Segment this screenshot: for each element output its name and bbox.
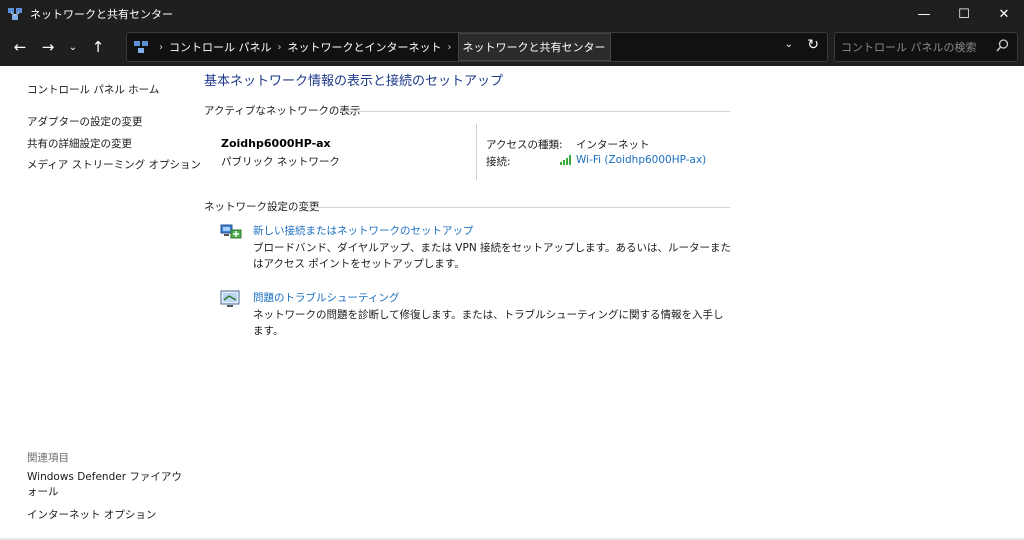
new-connection-description: ブロードバンド、ダイヤルアップ、または VPN 接続をセットアップします。あるい… [253,242,731,270]
minimize-button[interactable]: — [904,0,944,28]
up-button[interactable]: ↑ [84,33,112,61]
change-settings-heading: ネットワーク設定の変更 [204,201,320,213]
section-divider [340,111,730,112]
wifi-connection-label[interactable]: Wi-Fi (Zoidhp6000HP-ax) [576,154,706,166]
search-icon[interactable] [996,39,1009,52]
close-button[interactable]: ✕ [984,0,1024,28]
breadcrumb-separator[interactable]: › [448,42,452,53]
network-center-icon [8,8,22,20]
title-bar: ネットワークと共有センター — ☐ ✕ [0,0,1024,28]
network-name: Zoidhp6000HP-ax [221,137,331,150]
network-type: パブリック ネットワーク [221,156,340,168]
sidebar-item-media-streaming[interactable]: メディア ストリーミング オプション [27,157,201,172]
vertical-divider [476,124,477,180]
maximize-button[interactable]: ☐ [944,0,984,28]
breadcrumb-separator[interactable]: › [159,42,163,53]
left-pane: コントロール パネル ホーム アダプターの設定の変更 共有の詳細設定の変更 メデ… [0,66,201,540]
new-connection-link[interactable]: 新しい接続またはネットワークのセットアップ [253,223,474,238]
search-box[interactable] [834,32,1018,62]
troubleshoot-icon [220,290,240,307]
wifi-connection-link[interactable]: Wi-Fi (Zoidhp6000HP-ax) [560,154,706,166]
page-title: 基本ネットワーク情報の表示と接続のセットアップ [204,74,504,89]
address-bar[interactable]: › コントロール パネル › ネットワークとインターネット › ネットワークと共… [126,32,828,62]
section-divider [308,207,730,208]
access-type-label: アクセスの種類: [486,139,563,151]
troubleshoot-link[interactable]: 問題のトラブルシューティング [253,290,399,305]
control-panel-icon [134,41,148,53]
breadcrumb-separator[interactable]: › [278,42,282,53]
access-type-value: インターネット [576,139,650,151]
connection-label: 接続: [486,156,511,168]
breadcrumb-control-panel[interactable]: コントロール パネル [169,39,272,55]
troubleshoot-description: ネットワークの問題を診断して修復します。または、トラブルシューティングに関する情… [253,309,724,337]
address-dropdown-icon[interactable]: ⌄ [785,39,793,50]
breadcrumb-network-sharing-center[interactable]: ネットワークと共有センター [457,33,611,61]
breadcrumb-network-internet[interactable]: ネットワークとインターネット [288,39,442,55]
search-input[interactable] [835,33,985,61]
wifi-signal-icon [560,155,571,165]
active-network-heading: アクティブなネットワークの表示 [204,105,361,117]
new-connection-icon [220,224,242,239]
window-controls: — ☐ ✕ [904,0,1024,28]
window-title: ネットワークと共有センター [30,8,173,21]
sidebar-item-firewall[interactable]: Windows Defender ファイアウォール [27,470,187,500]
recent-locations-button[interactable]: ⌄ [62,33,84,61]
refresh-icon[interactable]: ↻ [807,37,819,53]
related-heading: 関連項目 [27,452,69,464]
sidebar-item-control-panel-home[interactable]: コントロール パネル ホーム [27,82,159,97]
sidebar-item-advanced-sharing[interactable]: 共有の詳細設定の変更 [27,136,132,151]
forward-button[interactable]: → [34,33,62,61]
back-button[interactable]: ← [6,33,34,61]
navigation-bar: ← → ⌄ ↑ › コントロール パネル › ネットワークとインターネット › … [0,28,1024,66]
main-content: 基本ネットワーク情報の表示と接続のセットアップ アクティブなネットワークの表示 … [192,66,1024,540]
sidebar-item-internet-options[interactable]: インターネット オプション [27,507,156,522]
sidebar-item-adapter-settings[interactable]: アダプターの設定の変更 [27,114,143,129]
